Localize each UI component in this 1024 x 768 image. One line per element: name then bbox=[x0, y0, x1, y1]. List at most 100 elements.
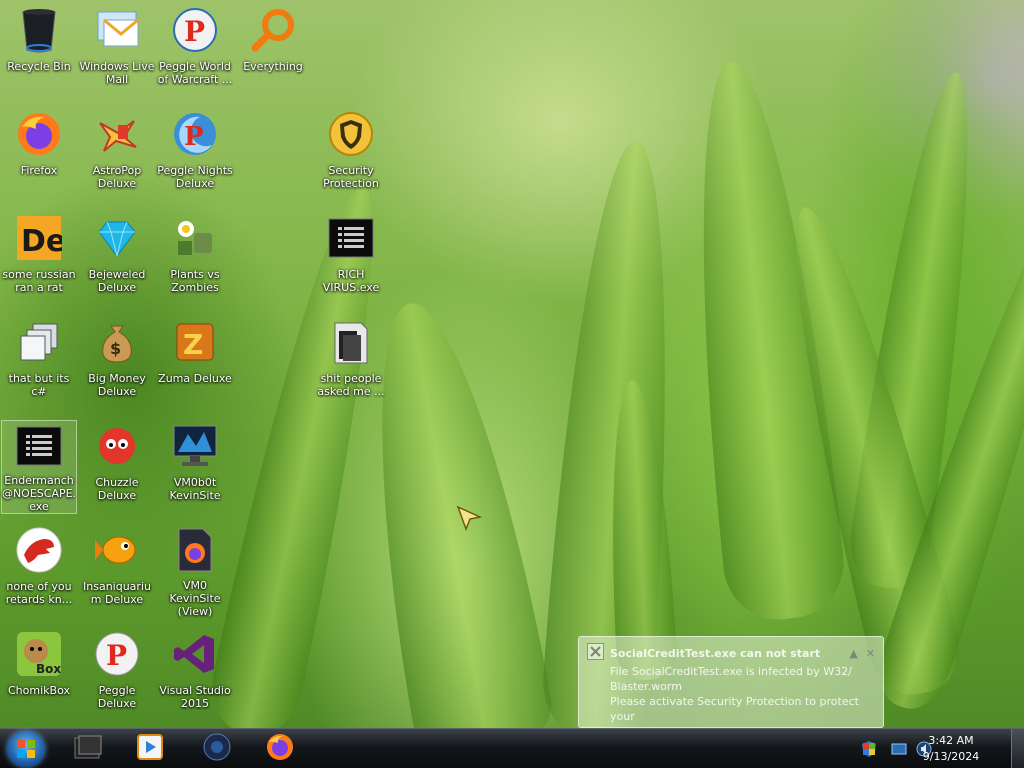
desktop-icon-label: Visual Studio 2015 bbox=[159, 684, 231, 710]
desktop-icon-insaniquarium[interactable]: Insaniquarium Deluxe bbox=[79, 524, 155, 618]
windows-logo-icon bbox=[17, 740, 35, 758]
desktop-icon-recycle-bin[interactable]: Recycle Bin bbox=[1, 4, 77, 98]
desktop-icon-security-protection[interactable]: Security Protection bbox=[313, 108, 389, 202]
recycle-bin-icon bbox=[15, 6, 63, 54]
desktop-icon-label: that but its c# bbox=[8, 372, 70, 398]
taskbar-explorer-button[interactable] bbox=[60, 731, 116, 767]
gem-icon bbox=[93, 214, 141, 262]
mouse-cursor-icon bbox=[456, 505, 483, 535]
desktop-icon-chomikbox[interactable]: Box ChomikBox bbox=[1, 628, 77, 722]
desktop-icon-endermanch-noescape[interactable]: Endermanch@NOESCAPE.exe bbox=[1, 420, 77, 514]
mail-icon bbox=[93, 6, 141, 54]
security-notification-balloon[interactable]: SocialCreditTest.exe can not start ▲ ✕ F… bbox=[578, 636, 884, 738]
fish-icon bbox=[93, 526, 141, 574]
visual-studio-icon bbox=[171, 630, 219, 678]
desktop-icon-label: Peggle World of Warcraft ... bbox=[157, 60, 233, 86]
desktop-icon-windows-live-mail[interactable]: Windows Live Mail bbox=[79, 4, 155, 98]
desktop-icon-firefox[interactable]: Firefox bbox=[1, 108, 77, 202]
plants-vs-zombies-icon bbox=[171, 214, 219, 262]
desktop-icon-label: ChomikBox bbox=[8, 684, 70, 697]
executable-icon bbox=[15, 423, 63, 468]
zuma-icon: Z bbox=[171, 318, 219, 366]
taskbar: 3:42 AM 9/13/2024 bbox=[0, 728, 1024, 768]
taskbar-media-center-button[interactable] bbox=[189, 731, 245, 767]
desktop-icon-vm0-kevinsite-view[interactable]: VM0 KevinSite (View) bbox=[157, 524, 233, 618]
desktop-icon-visual-studio[interactable]: Visual Studio 2015 bbox=[157, 628, 233, 722]
desktop-icon-vm0b0t-kevinsite[interactable]: VM0b0t KevinSite bbox=[157, 420, 233, 514]
peggle-icon: P bbox=[171, 6, 219, 54]
desktop-icon-label: AstroPop Deluxe bbox=[92, 164, 142, 190]
desktop[interactable]: Recycle Bin Firefox De some russian ran … bbox=[0, 0, 1024, 768]
desktop-icon-big-money[interactable]: $ Big Money Deluxe bbox=[79, 316, 155, 410]
desktop-icon-rich-virus[interactable]: RICH VIRUS.exe bbox=[313, 212, 389, 306]
peggle-nights-icon: P bbox=[171, 110, 219, 158]
media-player-icon bbox=[136, 733, 164, 765]
astropop-icon bbox=[93, 110, 141, 158]
clock-date: 9/13/2024 bbox=[922, 750, 980, 763]
de-icon: De bbox=[15, 214, 63, 262]
svg-text:P: P bbox=[184, 15, 205, 48]
firefox-file-icon bbox=[171, 526, 219, 573]
search-icon bbox=[249, 6, 297, 54]
desktop-icon-some-russian-ran-a-rat[interactable]: De some russian ran a rat bbox=[1, 212, 77, 306]
firefox-icon bbox=[15, 110, 63, 158]
taskbar-firefox-button[interactable] bbox=[252, 731, 308, 767]
desktop-icon-label: Peggle Deluxe bbox=[97, 684, 137, 710]
desktop-icon-peggle-nights[interactable]: P Peggle Nights Deluxe bbox=[157, 108, 233, 202]
desktop-icon-peggle-wow[interactable]: P Peggle World of Warcraft ... bbox=[157, 4, 233, 98]
executable-icon bbox=[327, 214, 375, 262]
shield-icon bbox=[327, 110, 375, 158]
taskbar-media-player-button[interactable] bbox=[122, 731, 178, 767]
desktop-icon-label: Security Protection bbox=[323, 164, 379, 190]
chomikbox-icon: Box bbox=[15, 630, 63, 678]
desktop-icon-label: Bejeweled Deluxe bbox=[88, 268, 146, 294]
trex-icon bbox=[15, 526, 63, 574]
folder-icon bbox=[327, 318, 375, 366]
close-x-icon[interactable] bbox=[587, 643, 604, 664]
desktop-icon-label: Windows Live Mail bbox=[79, 60, 155, 86]
desktop-icon-astropop[interactable]: AstroPop Deluxe bbox=[79, 108, 155, 202]
desktop-icon-label: Chuzzle Deluxe bbox=[95, 476, 139, 502]
desktop-icon-none-of-you[interactable]: none of you retards kn... bbox=[1, 524, 77, 618]
desktop-icon-zuma[interactable]: Z Zuma Deluxe bbox=[157, 316, 233, 410]
media-center-icon bbox=[202, 732, 232, 766]
desktop-icon-label: Endermanch@NOESCAPE.exe bbox=[1, 474, 77, 513]
desktop-icon-label: none of you retards kn... bbox=[5, 580, 73, 606]
svg-text:Box: Box bbox=[36, 662, 61, 676]
desktop-icon-chuzzle[interactable]: Chuzzle Deluxe bbox=[79, 420, 155, 514]
desktop-icon-label: Big Money Deluxe bbox=[88, 372, 146, 398]
svg-text:P: P bbox=[106, 639, 127, 672]
svg-text:De: De bbox=[21, 224, 62, 259]
security-shield-tray-icon[interactable] bbox=[860, 740, 878, 762]
clock-time: 3:42 AM bbox=[928, 734, 974, 747]
desktop-icon-shit-people-asked-me[interactable]: shit people asked me ... bbox=[313, 316, 389, 410]
svg-text:$: $ bbox=[110, 339, 121, 358]
desktop-icon-plants-vs-zombies[interactable]: Plants vs Zombies bbox=[157, 212, 233, 306]
desktop-icon-everything[interactable]: Everything bbox=[235, 4, 311, 98]
desktop-icon-that-but-its-csharp[interactable]: that but its c# bbox=[1, 316, 77, 410]
notification-line: Please activate Security Protection to p… bbox=[610, 695, 859, 723]
chuzzle-icon bbox=[93, 422, 141, 470]
desktop-icon-label: some russian ran a rat bbox=[2, 268, 76, 294]
show-desktop-button[interactable] bbox=[1011, 729, 1024, 768]
start-button[interactable] bbox=[7, 731, 45, 767]
desktop-icon-label: Everything bbox=[243, 60, 303, 73]
notification-line: Blaster.worm bbox=[610, 680, 682, 693]
firefox-icon bbox=[265, 732, 295, 766]
desktop-icon-label: Recycle Bin bbox=[7, 60, 71, 73]
desktop-icon-peggle-deluxe[interactable]: P Peggle Deluxe bbox=[79, 628, 155, 722]
peggle-icon: P bbox=[93, 630, 141, 678]
options-icon[interactable]: ▲ bbox=[849, 646, 857, 661]
desktop-icon-label: Insaniquarium Deluxe bbox=[83, 580, 151, 606]
desktop-icon-label: VM0b0t KevinSite bbox=[169, 476, 221, 502]
desktop-icon-label: RICH VIRUS.exe bbox=[322, 268, 380, 294]
desktop-icon-label: Peggle Nights Deluxe bbox=[157, 164, 233, 190]
system-clock[interactable]: 3:42 AM 9/13/2024 bbox=[918, 733, 984, 765]
monitor-icon bbox=[171, 422, 219, 470]
desktop-icon-label: Zuma Deluxe bbox=[158, 372, 232, 385]
explorer-icon bbox=[73, 734, 103, 764]
svg-text:Z: Z bbox=[183, 328, 203, 361]
desktop-icon-bejeweled[interactable]: Bejeweled Deluxe bbox=[79, 212, 155, 306]
network-tray-icon[interactable] bbox=[891, 741, 907, 761]
close-icon[interactable]: ✕ bbox=[866, 646, 875, 661]
